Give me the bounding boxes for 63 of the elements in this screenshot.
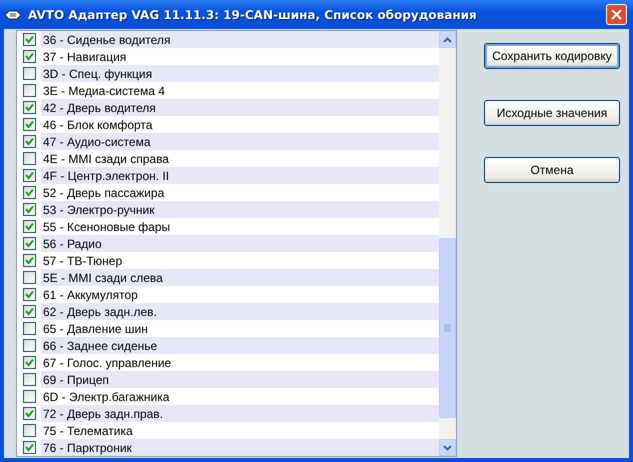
- list-item[interactable]: 56 - Радио: [41, 235, 439, 252]
- list-item[interactable]: 47 - Аудио-система: [41, 133, 439, 150]
- checkbox[interactable]: [23, 135, 36, 148]
- checkbox[interactable]: [23, 50, 36, 63]
- list-item[interactable]: 55 - Ксеноновые фары: [41, 218, 439, 235]
- checkbox[interactable]: [23, 441, 36, 454]
- scroll-down-button[interactable]: [439, 439, 456, 456]
- close-icon: [611, 9, 622, 20]
- list-item[interactable]: 4E - MMI сзади справа: [41, 150, 439, 167]
- list-item[interactable]: 4F - Центр.электрон. II: [41, 167, 439, 184]
- list-item[interactable]: 69 - Прицеп: [41, 371, 439, 388]
- checkbox[interactable]: [23, 424, 36, 437]
- checkbox[interactable]: [23, 186, 36, 199]
- list-item[interactable]: 3E - Медиа-система 4: [41, 82, 439, 99]
- checkbox[interactable]: [23, 84, 36, 97]
- checkbox[interactable]: [23, 203, 36, 216]
- checkbox[interactable]: [23, 33, 36, 46]
- checkbox[interactable]: [23, 220, 36, 233]
- list-item[interactable]: 67 - Голос. управление: [41, 354, 439, 371]
- list-item[interactable]: 46 - Блок комфорта: [41, 116, 439, 133]
- list-item[interactable]: 53 - Электро-ручник: [41, 201, 439, 218]
- list-item[interactable]: 37 - Навигация: [41, 48, 439, 65]
- list-item[interactable]: 76 - Парктроник: [41, 439, 439, 456]
- checkbox[interactable]: [23, 339, 36, 352]
- action-button[interactable]: Отмена: [484, 157, 620, 183]
- checkbox[interactable]: [23, 254, 36, 267]
- checkbox[interactable]: [23, 101, 36, 114]
- action-button[interactable]: Сохранить кодировку: [484, 43, 620, 69]
- list-item[interactable]: 6D - Электр.багажника: [41, 388, 439, 405]
- checkbox[interactable]: [23, 67, 36, 80]
- list-item[interactable]: 62 - Дверь задн.лев.: [41, 303, 439, 320]
- checkbox[interactable]: [23, 152, 36, 165]
- list-item[interactable]: 42 - Дверь водителя: [41, 99, 439, 116]
- checkbox[interactable]: [23, 373, 36, 386]
- close-button[interactable]: [606, 4, 627, 25]
- checkbox[interactable]: [23, 288, 36, 301]
- list-item[interactable]: 57 - ТВ-Тюнер: [41, 252, 439, 269]
- action-button[interactable]: Исходные значения: [484, 100, 620, 126]
- list-item[interactable]: 61 - Аккумулятор: [41, 286, 439, 303]
- list-item[interactable]: 52 - Дверь пассажира: [41, 184, 439, 201]
- caret-up-icon: [443, 36, 452, 42]
- list-item[interactable]: 65 - Давление шин: [41, 320, 439, 337]
- checkbox[interactable]: [23, 305, 36, 318]
- checkbox[interactable]: [23, 322, 36, 335]
- list-item[interactable]: 5E - MMI сзади слева: [41, 269, 439, 286]
- checkbox[interactable]: [23, 237, 36, 250]
- caret-down-icon: [443, 444, 452, 450]
- list-item[interactable]: 36 - Сиденье водителя: [41, 31, 439, 48]
- window-title: AVTO Адаптер VAG 11.11.3: 19-CAN-шина, Список оборудования: [28, 8, 478, 22]
- scrollbar[interactable]: [439, 31, 456, 456]
- checkbox[interactable]: [23, 356, 36, 369]
- list-item[interactable]: 66 - Заднее сиденье: [41, 337, 439, 354]
- checkbox[interactable]: [23, 118, 36, 131]
- scroll-thumb[interactable]: [439, 238, 456, 418]
- scroll-up-button[interactable]: [439, 31, 456, 48]
- list-item[interactable]: 72 - Дверь задн.прав.: [41, 405, 439, 422]
- list-item[interactable]: 3D - Спец. функция: [41, 65, 439, 82]
- list-item[interactable]: 75 - Телематика: [41, 422, 439, 439]
- checkbox[interactable]: [23, 390, 36, 403]
- checkbox[interactable]: [23, 407, 36, 420]
- checkbox[interactable]: [23, 271, 36, 284]
- checkbox[interactable]: [23, 169, 36, 182]
- cable-icon: [4, 8, 22, 22]
